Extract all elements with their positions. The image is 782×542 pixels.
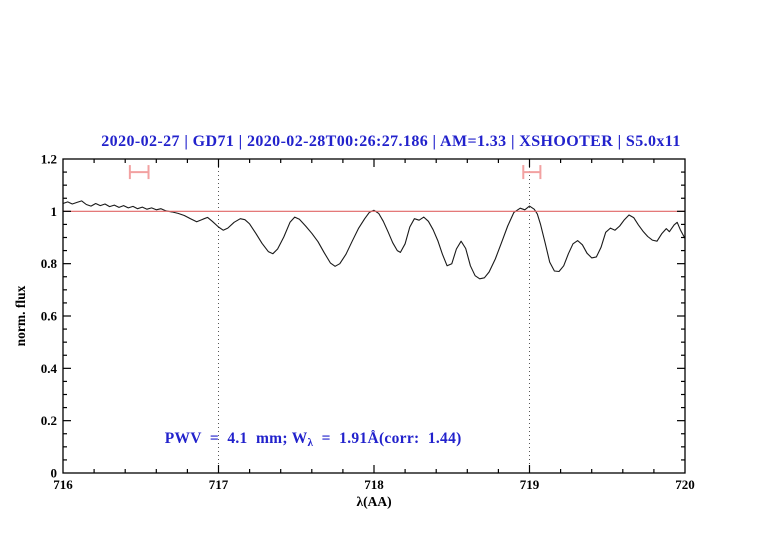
pwv-annotation: PWV = 4.1 mm; Wλ = 1.91Å(corr: 1.44) [148,412,462,467]
y-tick-label: 0.8 [41,256,58,271]
y-tick-label: 0.2 [41,413,57,428]
pwv-annotation-text: PWV = 4.1 mm; W [164,430,308,447]
plot-title: 2020-02-27 | GD71 | 2020-02-28T00:26:27.… [101,133,681,150]
pwv-annotation-value: = 1.91Å(corr: 1.44) [313,430,462,447]
spectrum-curve [62,200,686,280]
y-tick-label: 0 [51,466,58,481]
y-tick-label: 0.4 [41,361,58,376]
y-axis-label: norm. flux [13,285,28,347]
x-tick-label: 717 [209,477,229,492]
x-tick-label: 720 [675,477,695,492]
x-tick-label: 719 [520,477,540,492]
x-tick-label: 718 [364,477,384,492]
y-tick-label: 1.2 [41,152,57,167]
y-tick-label: 0.6 [41,309,58,324]
x-axis-label: λ(AA) [356,494,392,509]
spectrum-figure: 716 717 718 719 720 0 0.2 0.4 0.6 0.8 1 1.2 2020-02… [0,0,782,542]
y-tick-label: 1 [51,204,58,219]
